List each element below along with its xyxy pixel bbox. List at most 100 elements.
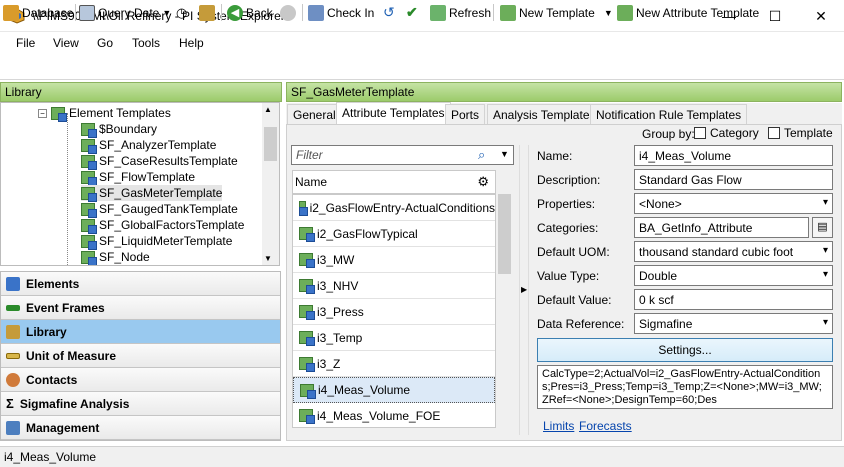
menu-go[interactable]: Go (97, 36, 113, 50)
template-icon (81, 122, 97, 138)
settings-button[interactable]: Settings... (537, 338, 833, 362)
tree-item[interactable]: SF_LiquidMeterTemplate (81, 233, 232, 250)
template-icon (81, 138, 97, 154)
splitter[interactable]: ▶ (519, 145, 529, 435)
config-string-field[interactable]: CalcType=2;ActualVol=i2_GasFlowEntry-Act… (537, 365, 833, 409)
tree-item[interactable]: SF_FlowTemplate (81, 169, 195, 186)
filter-dropdown-icon[interactable]: ▼ (500, 149, 509, 159)
group-by-category[interactable]: Category (694, 126, 759, 140)
elements-icon (6, 276, 20, 291)
list-item[interactable]: i3_Temp (293, 325, 495, 351)
nav-elements[interactable]: Elements (1, 272, 280, 296)
template-icon (500, 4, 516, 21)
properties-select[interactable]: <None> ▾ (634, 193, 833, 214)
list-item[interactable]: i3_MW (293, 247, 495, 273)
list-item[interactable]: i2_GasFlowEntry-ActualConditions (293, 195, 495, 221)
nav-sigmafine-analysis[interactable]: Σ Sigmafine Analysis (1, 392, 280, 416)
gear-icon[interactable]: ⚙ (477, 174, 489, 190)
list-item-selected[interactable]: i4_Meas_Volume (293, 377, 495, 403)
categories-field[interactable]: BA_GetInfo_Attribute (634, 217, 809, 238)
tree-item[interactable]: SF_GlobalFactorsTemplate (81, 217, 244, 234)
tree-item-element-templates[interactable]: − Element Templates (38, 105, 171, 122)
tab-notification-rule-templates[interactable]: Notification Rule Templates (590, 104, 748, 124)
tab-ports[interactable]: Ports (445, 104, 486, 124)
new-template-button[interactable]: New Template ▼ (500, 4, 613, 21)
list-scrollbar[interactable] (496, 170, 513, 428)
tree-item-selected[interactable]: SF_GasMeterTemplate (81, 185, 223, 202)
expand-arrow-icon[interactable]: ▶ (521, 285, 527, 294)
checkbox[interactable] (768, 127, 780, 139)
ruler-icon (6, 352, 20, 359)
undo-icon: ↺ (383, 4, 395, 20)
attribute-template-icon (299, 305, 315, 320)
uom-select[interactable]: thousand standard cubic foot ▾ (634, 241, 833, 262)
name-field[interactable]: i4_Meas_Volume (634, 145, 833, 166)
menu-tools[interactable]: Tools (132, 36, 160, 50)
list-item[interactable]: i2_GasFlowTypical (293, 221, 495, 247)
tree-item[interactable]: $Boundary (81, 121, 157, 138)
description-field[interactable]: Standard Gas Flow (634, 169, 833, 190)
description-label: Description: (537, 173, 601, 187)
forward-button[interactable] (280, 4, 296, 21)
check-out-button[interactable] (199, 4, 215, 21)
undo-checkout-button[interactable]: ↺ (383, 4, 395, 21)
list-header: Name ⚙ (292, 170, 496, 194)
accept-button[interactable]: ✔ (406, 4, 418, 21)
event-frames-icon (6, 304, 20, 311)
toolbar-separator (221, 4, 222, 21)
value-type-select[interactable]: Double ▾ (634, 265, 833, 286)
menu-view[interactable]: View (53, 36, 79, 50)
template-header: SF_GasMeterTemplate (286, 82, 842, 102)
scroll-thumb[interactable] (498, 194, 511, 274)
limits-link[interactable]: Limits (543, 419, 574, 433)
nav-contacts[interactable]: Contacts (1, 368, 280, 392)
search-icon[interactable]: ⌕ (478, 147, 485, 163)
tree-item[interactable]: SF_Node (81, 249, 150, 265)
database-icon (3, 4, 19, 21)
tree-item[interactable]: SF_CaseResultsTemplate (81, 153, 238, 170)
menu-help[interactable]: Help (179, 36, 204, 50)
tree-item[interactable]: SF_GaugedTankTemplate (81, 201, 238, 218)
list-item[interactable]: i3_Press (293, 299, 495, 325)
scroll-thumb[interactable] (264, 127, 277, 161)
nav-management[interactable]: Management (1, 416, 280, 440)
scroll-up-icon[interactable]: ▲ (264, 105, 272, 114)
query-date-button[interactable]: Query Date ▼ (79, 4, 171, 21)
tree-scrollbar[interactable]: ▲ ▼ (262, 103, 279, 265)
check-in-button[interactable]: Check In (308, 4, 374, 21)
chevron-down-icon: ▾ (822, 197, 828, 208)
tab-general[interactable]: General (287, 104, 342, 124)
tab-analysis-templates[interactable]: Analysis Templates (487, 104, 602, 124)
list-item[interactable]: i4_Meas_Volume_FOE (293, 403, 495, 427)
close-button[interactable]: ✕ (798, 0, 844, 32)
template-checked-out-icon (81, 186, 97, 202)
name-column-header[interactable]: Name (295, 175, 327, 189)
contacts-icon (6, 372, 20, 387)
library-header: Library (0, 82, 282, 102)
group-by-label: Group by: (642, 127, 695, 141)
refresh-button[interactable]: Refresh (430, 4, 491, 21)
attribute-template-icon (299, 227, 315, 242)
categories-browse-button[interactable]: ▤ (812, 217, 833, 238)
data-reference-select[interactable]: Sigmafine ▾ (634, 313, 833, 334)
nav-library[interactable]: Library (1, 320, 280, 344)
back-arrow-icon: ◀ (227, 4, 243, 21)
back-button[interactable]: ◀ Back (227, 4, 273, 21)
chevron-down-icon: ▾ (822, 245, 828, 256)
group-by-template[interactable]: Template (768, 126, 833, 140)
menu-file[interactable]: File (16, 36, 35, 50)
nav-unit-of-measure[interactable]: Unit of Measure (1, 344, 280, 368)
default-value-field[interactable]: 0 k scf (634, 289, 833, 310)
list-item[interactable]: i3_Z (293, 351, 495, 377)
dropdown-arrow-icon: ▼ (162, 7, 172, 18)
tree-item[interactable]: SF_AnalyzerTemplate (81, 137, 216, 154)
checkbox[interactable] (694, 127, 706, 139)
nav-event-frames[interactable]: Event Frames (1, 296, 280, 320)
new-attribute-template-button[interactable]: New Attribute Template (617, 4, 759, 21)
forecasts-link[interactable]: Forecasts (579, 419, 632, 433)
clock-button[interactable]: ◷ (176, 4, 187, 21)
scroll-down-icon[interactable]: ▼ (264, 254, 272, 263)
list-item[interactable]: i3_NHV (293, 273, 495, 299)
database-button[interactable]: Database (3, 4, 73, 21)
tab-attribute-templates[interactable]: Attribute Templates (336, 102, 451, 125)
